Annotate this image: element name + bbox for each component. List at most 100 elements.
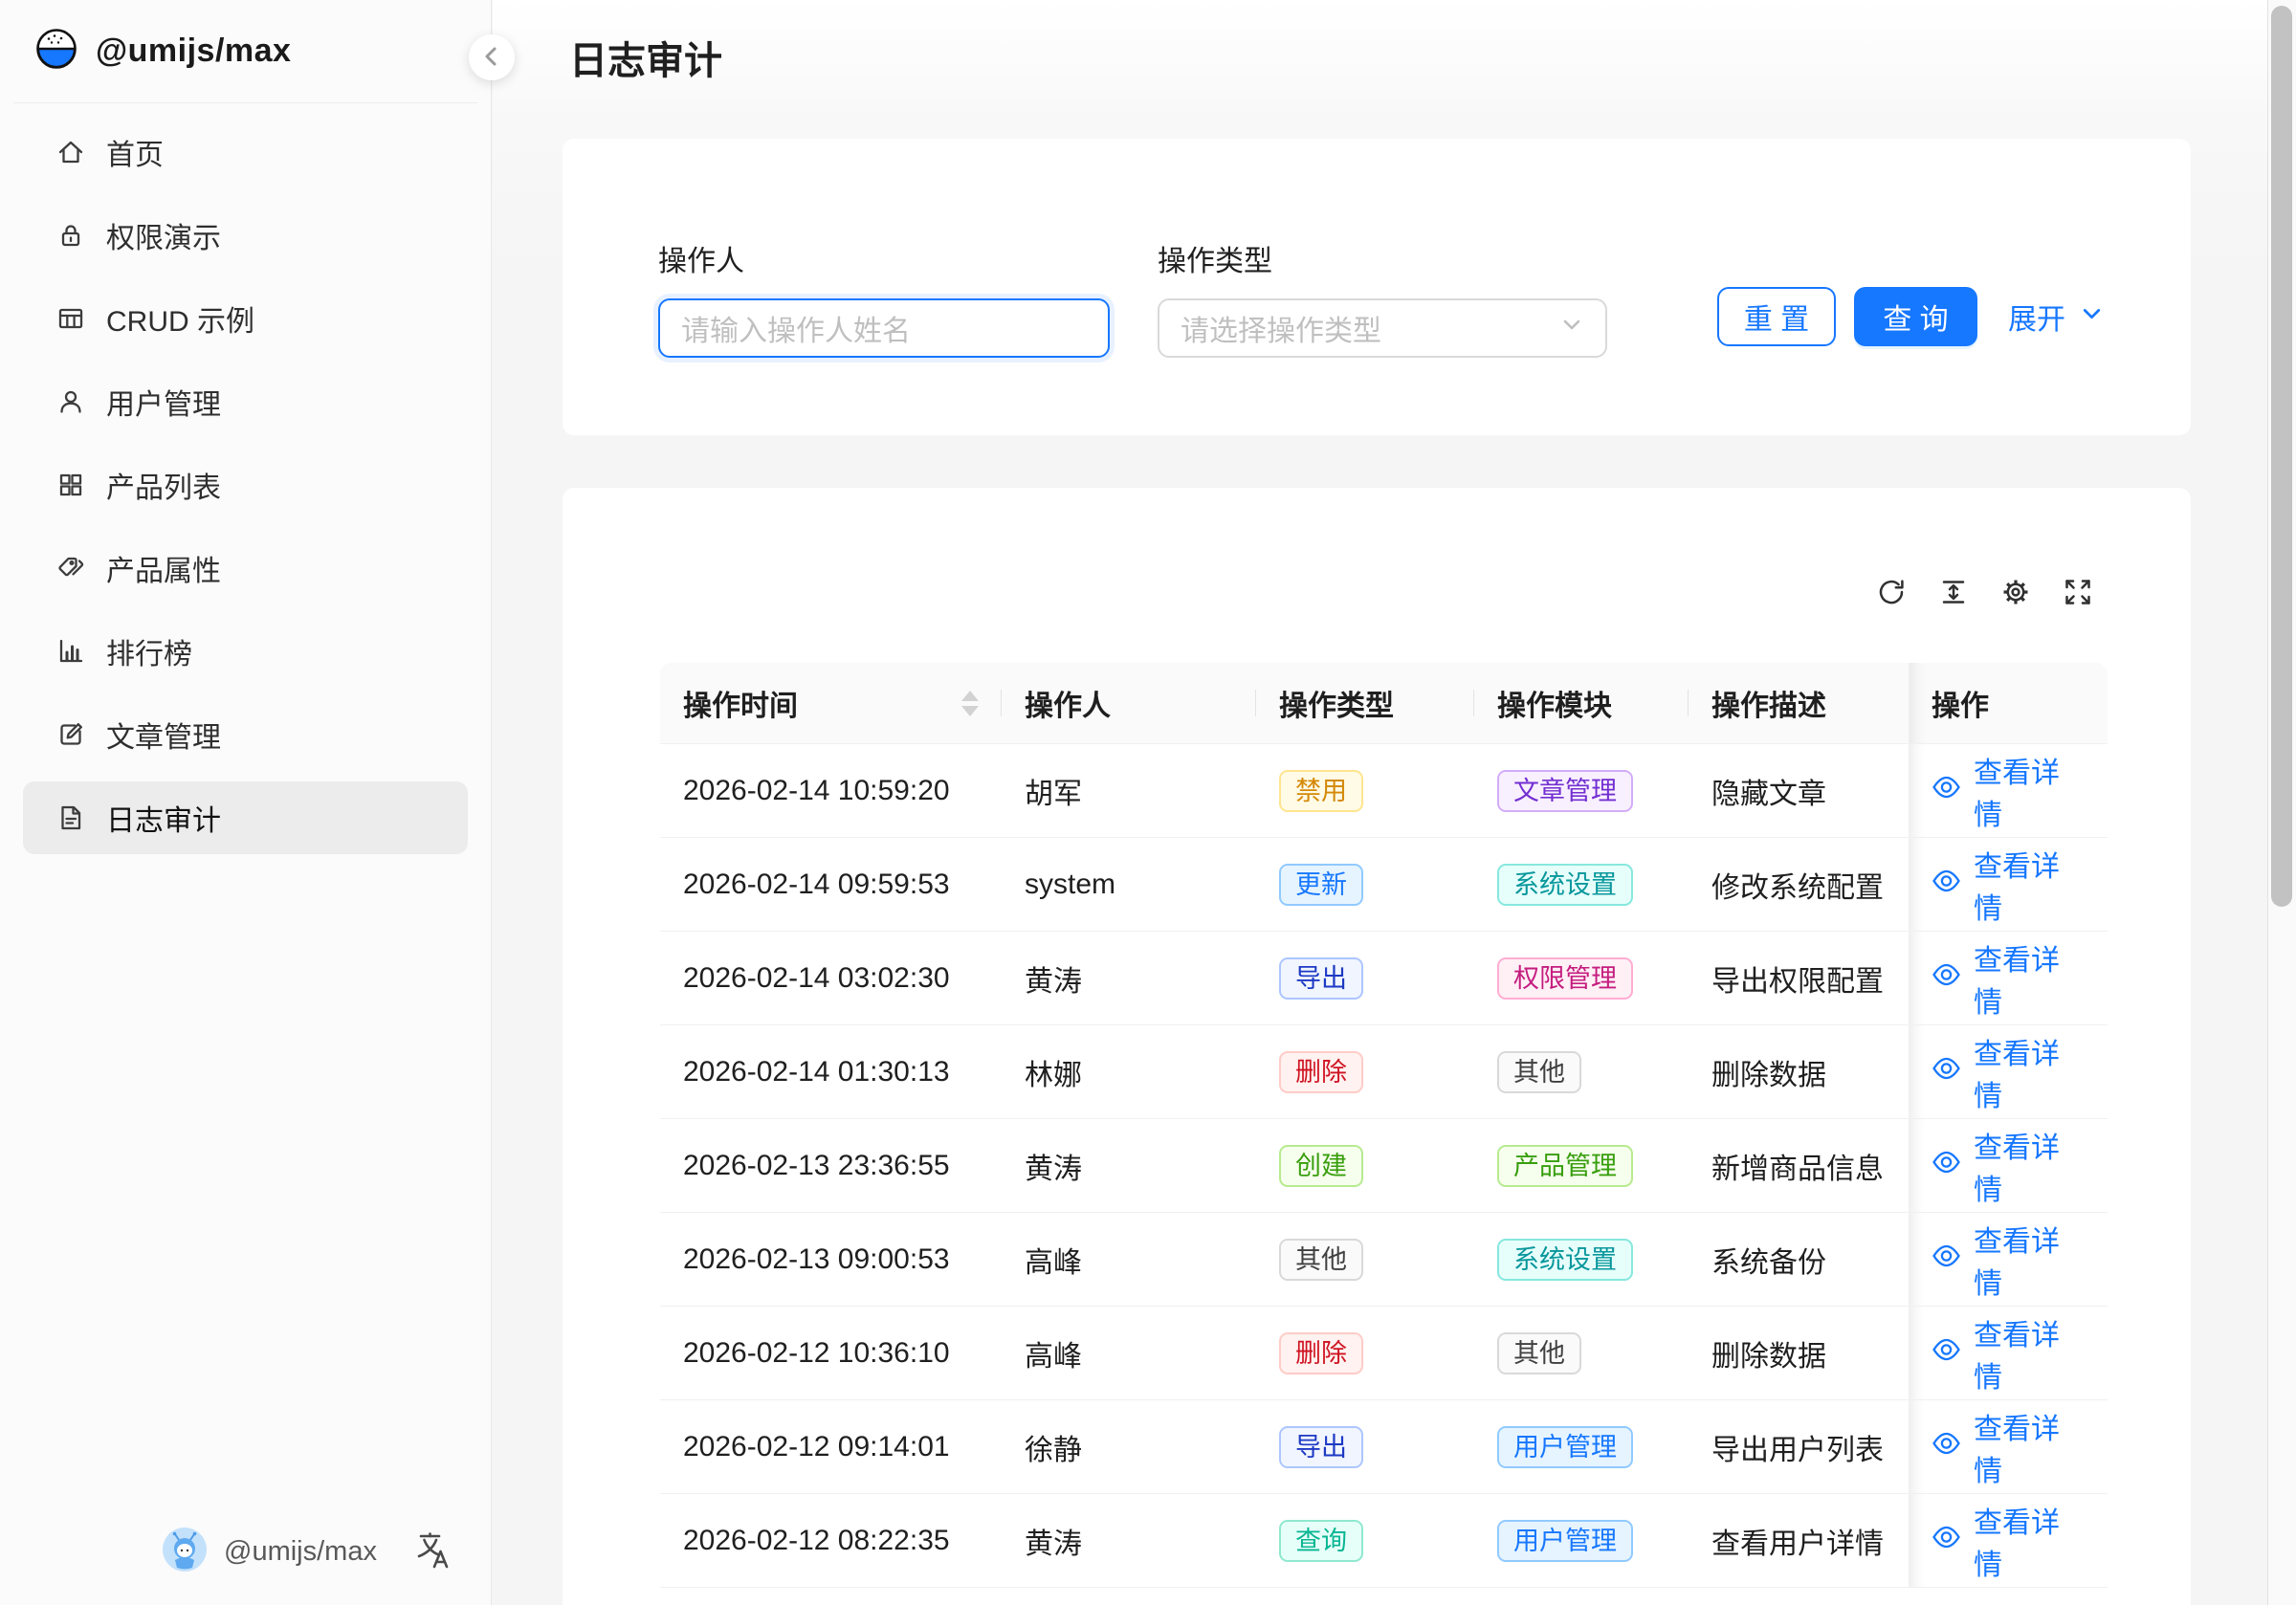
table-row: 2026-02-14 03:02:30黄涛导出权限管理导出权限配置查看详情	[660, 932, 2108, 1025]
view-detail-label: 查看详情	[1974, 749, 2085, 833]
reload-icon	[1875, 576, 1908, 611]
view-detail-label: 查看详情	[1974, 1311, 2085, 1396]
cell-operation-type: 删除	[1256, 1307, 1474, 1400]
operation-type-tag: 删除	[1279, 1051, 1363, 1093]
eye-icon	[1932, 867, 1961, 903]
chevron-left-icon	[477, 42, 506, 74]
operator-input[interactable]: 请输入操作人姓名	[658, 298, 1110, 358]
sidebar-item-bar-chart[interactable]: 排行榜	[23, 615, 468, 688]
sidebar-item-lock[interactable]: 权限演示	[23, 199, 468, 272]
view-detail-label: 查看详情	[1974, 936, 2085, 1021]
settings-button[interactable]	[1999, 576, 2032, 611]
expand-label: 展开	[2008, 296, 2065, 338]
view-detail-link[interactable]: 查看详情	[1932, 936, 2085, 1021]
operation-type-tag: 其他	[1279, 1239, 1363, 1281]
operation-module-tag: 用户管理	[1497, 1426, 1633, 1468]
operation-module-tag: 系统设置	[1497, 864, 1633, 906]
scrollbar-thumb[interactable]	[2271, 6, 2292, 907]
density-icon	[1937, 576, 1970, 611]
cell-actions: 查看详情	[1909, 932, 2108, 1025]
sidebar-menu: 首页权限演示 CRUD 示例用户管理产品列表产品属性排行榜文章管理日志审计	[0, 103, 491, 854]
sidebar-item-table[interactable]: CRUD 示例	[23, 282, 468, 355]
view-detail-link[interactable]: 查看详情	[1932, 1405, 2085, 1489]
eye-icon	[1932, 1242, 1961, 1278]
eye-icon	[1932, 1523, 1961, 1559]
cell-operation-time: 2026-02-14 01:30:13	[660, 1025, 1002, 1119]
language-switch-button[interactable]	[411, 1530, 452, 1573]
density-button[interactable]	[1937, 576, 1970, 611]
cell-operation-module: 其他	[1474, 1025, 1689, 1119]
operation-type-placeholder: 请选择操作类型	[1181, 307, 1559, 349]
operation-type-select[interactable]: 请选择操作类型	[1158, 298, 1607, 358]
view-detail-link[interactable]: 查看详情	[1932, 1030, 2085, 1114]
page-scrollbar[interactable]	[2267, 0, 2296, 1605]
sidebar-item-edit[interactable]: 文章管理	[23, 698, 468, 771]
column-title: 操作	[1932, 682, 1989, 724]
fullscreen-button[interactable]	[2062, 576, 2094, 611]
view-detail-link[interactable]: 查看详情	[1932, 1311, 2085, 1396]
fullscreen-icon	[2062, 576, 2094, 611]
sidebar-item-home[interactable]: 首页	[23, 116, 468, 188]
operation-type-tag: 禁用	[1279, 770, 1363, 812]
cell-operation-type: 其他	[1256, 1213, 1474, 1307]
operation-type-tag: 导出	[1279, 957, 1363, 1000]
cell-actions: 查看详情	[1909, 1307, 2108, 1400]
cell-operator: 高峰	[1002, 1307, 1256, 1400]
sidebar-header: @umijs/max	[0, 0, 491, 102]
operation-type-tag: 导出	[1279, 1426, 1363, 1468]
ant-mascot-avatar[interactable]	[163, 1528, 207, 1576]
column-header[interactable]: 操作时间	[660, 663, 1002, 744]
rice-bowl-logo-icon	[34, 27, 78, 76]
operation-type-field: 操作类型 请选择操作类型	[1158, 237, 1607, 358]
operator-label: 操作人	[658, 237, 1110, 279]
sidebar-item-user[interactable]: 用户管理	[23, 365, 468, 438]
table-icon	[55, 303, 86, 334]
view-detail-link[interactable]: 查看详情	[1932, 749, 2085, 833]
cell-operation-time: 2026-02-13 23:36:55	[660, 1119, 1002, 1213]
view-detail-label: 查看详情	[1974, 1499, 2085, 1583]
cell-operation-module: 权限管理	[1474, 932, 1689, 1025]
cell-operator: 胡军	[1002, 744, 1256, 838]
cell-operation-type: 创建	[1256, 1119, 1474, 1213]
cell-operation-time: 2026-02-14 03:02:30	[660, 932, 1002, 1025]
cell-operation-module: 文章管理	[1474, 744, 1689, 838]
reset-button[interactable]: 重 置	[1717, 287, 1836, 346]
cell-operator: 黄涛	[1002, 1119, 1256, 1213]
view-detail-label: 查看详情	[1974, 1405, 2085, 1489]
sidebar-collapse-button[interactable]	[469, 34, 515, 80]
column-title: 操作模块	[1497, 682, 1612, 724]
operation-module-tag: 权限管理	[1497, 957, 1633, 1000]
view-detail-link[interactable]: 查看详情	[1932, 1218, 2085, 1302]
column-header: 操作描述	[1689, 663, 1909, 744]
sidebar-item-tags[interactable]: 产品属性	[23, 532, 468, 605]
app-window: @umijs/max 首页权限演示CRUD 示例用户管理产品列表产品属性排行榜文…	[0, 0, 2296, 1605]
view-detail-link[interactable]: 查看详情	[1932, 1124, 2085, 1208]
reload-button[interactable]	[1875, 576, 1908, 611]
sidebar-item-file-text[interactable]: 日志审计	[23, 781, 468, 854]
operation-type-tag: 删除	[1279, 1332, 1363, 1374]
cell-actions: 查看详情	[1909, 1025, 2108, 1119]
cell-operator: system	[1002, 838, 1256, 932]
user-name[interactable]: @umijs/max	[224, 1536, 377, 1568]
table-row: 2026-02-12 08:22:35黄涛查询用户管理查看用户详情查看详情	[660, 1494, 2108, 1588]
appstore-icon	[55, 470, 86, 500]
cell-operation-type: 禁用	[1256, 744, 1474, 838]
sidebar-item-appstore[interactable]: 产品列表	[23, 449, 468, 521]
log-table: 操作时间操作人操作类型操作模块操作描述操作 2026-02-14 10:59:2…	[660, 663, 2108, 1588]
eye-icon	[1932, 773, 1961, 809]
column-title: 操作类型	[1279, 682, 1394, 724]
sort-caret-icon[interactable]	[961, 691, 979, 716]
sidebar-item-label: CRUD 示例	[106, 297, 254, 340]
view-detail-label: 查看详情	[1974, 1030, 2085, 1114]
query-button[interactable]: 查 询	[1854, 287, 1977, 346]
table-row: 2026-02-13 23:36:55黄涛创建产品管理新增商品信息查看详情	[660, 1119, 2108, 1213]
view-detail-link[interactable]: 查看详情	[1932, 1499, 2085, 1583]
cell-operation-time: 2026-02-12 08:22:35	[660, 1494, 1002, 1588]
chevron-down-icon	[1559, 312, 1584, 344]
eye-icon	[1932, 960, 1961, 997]
view-detail-link[interactable]: 查看详情	[1932, 843, 2085, 927]
column-title: 操作描述	[1711, 682, 1826, 724]
expand-toggle[interactable]: 展开	[2008, 287, 2105, 346]
table-row: 2026-02-13 09:00:53高峰其他系统设置系统备份查看详情	[660, 1213, 2108, 1307]
cell-operation-desc: 系统备份	[1689, 1213, 1909, 1307]
